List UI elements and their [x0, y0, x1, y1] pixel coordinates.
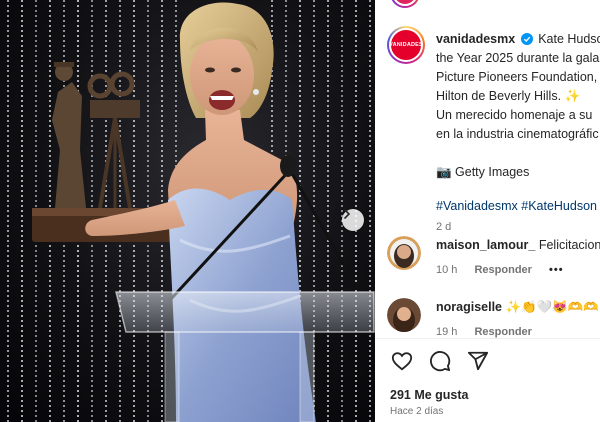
- caption-line: en la industria cinematográfic: [436, 127, 599, 141]
- commenter-avatar[interactable]: [387, 298, 421, 332]
- photo-credit: 📷 Getty Images: [436, 165, 530, 179]
- comment-username[interactable]: maison_lamour_: [436, 238, 535, 252]
- comment-icon: [430, 351, 451, 372]
- like-count[interactable]: 291 Me gusta: [390, 388, 469, 402]
- reply-button[interactable]: Responder: [474, 326, 531, 338]
- caption-line: the Year 2025 durante la gala: [436, 51, 600, 65]
- caption-line: Kate Hudson: [538, 32, 600, 46]
- comment-button[interactable]: [428, 349, 452, 373]
- comment-meta: 19 h Responder: [436, 326, 546, 338]
- caption-line: Hilton de Beverly Hills. ✨: [436, 89, 581, 103]
- comment-username[interactable]: noragiselle: [436, 300, 502, 314]
- caption-text: vanidadesmx Kate Hudson the Year 2025 du…: [436, 30, 600, 237]
- post-timestamp: Hace 2 días: [390, 406, 444, 417]
- more-options-icon[interactable]: •••: [549, 264, 564, 276]
- author-avatar[interactable]: VANIDADES: [387, 26, 425, 64]
- divider: [375, 338, 600, 339]
- caption-line: Picture Pioneers Foundation,: [436, 70, 598, 84]
- chevron-right-icon: [344, 209, 351, 219]
- action-bar: [390, 349, 490, 373]
- share-icon: [467, 351, 489, 371]
- share-button[interactable]: [466, 349, 490, 373]
- comment-meta: 10 h Responder •••: [436, 264, 578, 276]
- comment-body: maison_lamour_ Felicitaciones: [436, 238, 600, 252]
- heart-icon: [391, 352, 413, 371]
- hashtags[interactable]: #Vanidadesmx #KateHudson: [436, 197, 600, 216]
- verified-badge-icon: [520, 33, 533, 45]
- reply-button[interactable]: Responder: [474, 264, 531, 276]
- header-avatar[interactable]: [390, 0, 420, 8]
- photo-illustration: [7, 0, 375, 422]
- post-photo: [0, 0, 375, 422]
- comment-text: ✨👏🤍😻🫶🫶: [505, 300, 599, 314]
- commenter-avatar[interactable]: [387, 236, 421, 270]
- post-age: 2 d: [436, 221, 452, 233]
- post-details-panel: VANIDADES vanidadesmx Kate Hudson the Ye…: [375, 0, 600, 422]
- next-slide-button[interactable]: [342, 209, 364, 231]
- caption-line: Un merecido homenaje a su: [436, 108, 593, 122]
- comment-time: 10 h: [436, 264, 458, 276]
- comment-body: noragiselle ✨👏🤍😻🫶🫶: [436, 300, 599, 315]
- author-logo: VANIDADES: [389, 28, 423, 62]
- comment-text: Felicitaciones: [538, 238, 600, 252]
- author-username[interactable]: vanidadesmx: [436, 32, 515, 46]
- like-button[interactable]: [390, 349, 414, 373]
- comment-time: 19 h: [436, 326, 458, 338]
